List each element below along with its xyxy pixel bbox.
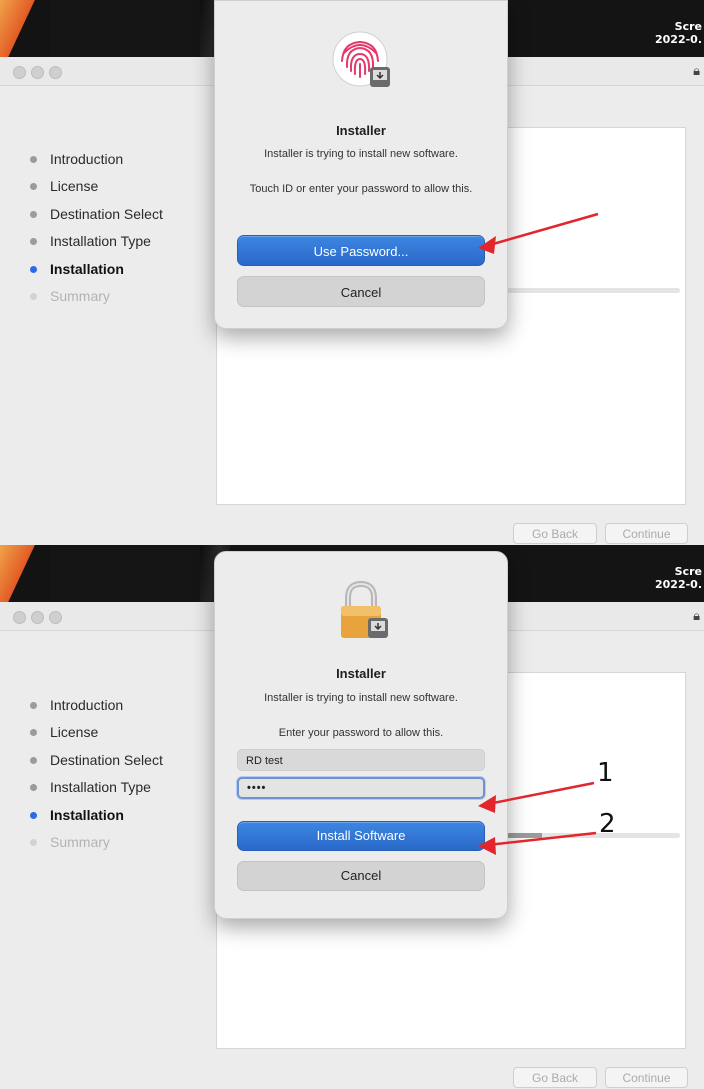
- sidebar-item-installation: Installation: [30, 260, 210, 287]
- zoom-window-button[interactable]: [49, 66, 62, 79]
- annotation-label-2: 2: [599, 809, 616, 839]
- sidebar-item-summary: Summary: [30, 287, 210, 314]
- install-progress-bar: [507, 288, 680, 293]
- padlock-icon: [330, 578, 394, 642]
- sidebar-item-installation-type: Installation Type: [30, 778, 210, 805]
- sidebar-item-installation: Installation: [30, 806, 210, 833]
- annotation-label-1: 1: [597, 758, 614, 788]
- dialog-title: Installer: [336, 123, 386, 138]
- sidebar-item-label: Summary: [50, 833, 110, 850]
- step-dot-icon: [30, 838, 37, 846]
- minimize-window-button[interactable]: [31, 611, 44, 624]
- close-window-button[interactable]: [13, 66, 26, 79]
- use-password-button[interactable]: Use Password...: [237, 235, 485, 266]
- sidebar-item-label: Installation: [50, 806, 124, 823]
- dialog-message: Installer is trying to install new softw…: [264, 148, 458, 160]
- step-dot-icon: [30, 784, 37, 792]
- username-field[interactable]: RD test: [237, 749, 485, 771]
- installer-steps-sidebar: Introduction License Destination Select …: [30, 696, 210, 860]
- step-dot-icon: [30, 702, 37, 709]
- sidebar-item-label: Introduction: [50, 151, 124, 167]
- install-progress-bar: [507, 833, 680, 838]
- sidebar-item-license: License: [30, 723, 210, 750]
- sidebar-item-label: License: [50, 178, 99, 195]
- sidebar-item-introduction: Introduction: [30, 696, 210, 723]
- sidebar-item-destination-select: Destination Select: [30, 751, 210, 778]
- menu-bar-text: Scre 2022-0.: [655, 20, 702, 46]
- step-dot-icon: [30, 210, 37, 218]
- sidebar-item-summary: Summary: [30, 833, 210, 860]
- sidebar-item-license: License: [30, 177, 210, 204]
- fingerprint-icon: [330, 29, 394, 93]
- sidebar-item-destination-select: Destination Select: [30, 205, 210, 232]
- step-dot-icon: [30, 156, 37, 163]
- step-dot-icon: [30, 265, 37, 273]
- sidebar-item-label: Installation Type: [50, 233, 151, 250]
- lock-icon[interactable]: 🔒︎: [693, 608, 700, 624]
- sidebar-item-label: Installation: [50, 260, 124, 277]
- step-dot-icon: [30, 811, 37, 819]
- dialog-title: Installer: [336, 666, 386, 681]
- minimize-window-button[interactable]: [31, 66, 44, 79]
- install-progress-fill: [507, 833, 542, 838]
- menu-bar-line-1: Scre: [674, 20, 702, 33]
- step-dot-icon: [30, 183, 37, 191]
- continue-button[interactable]: Continue: [605, 1067, 688, 1088]
- installer-steps-sidebar: Introduction License Destination Select …: [30, 150, 210, 314]
- sidebar-item-label: Installation Type: [50, 779, 151, 796]
- go-back-button[interactable]: Go Back: [513, 1067, 597, 1088]
- dialog-message: Installer is trying to install new softw…: [264, 692, 458, 704]
- cancel-button[interactable]: Cancel: [237, 861, 485, 891]
- cancel-button[interactable]: Cancel: [237, 276, 485, 307]
- sidebar-item-label: Introduction: [50, 697, 124, 713]
- wallpaper-stripe: [0, 545, 50, 602]
- sidebar-item-label: Summary: [50, 287, 110, 304]
- sidebar-item-label: Destination Select: [50, 205, 163, 222]
- auth-dialog: Installer Installer is trying to install…: [214, 0, 508, 329]
- auth-dialog: Installer Installer is trying to install…: [214, 551, 508, 919]
- menu-bar-line-1: Scre: [674, 565, 702, 578]
- step-dot-icon: [30, 292, 37, 300]
- sidebar-item-label: Destination Select: [50, 751, 163, 768]
- sidebar-item-label: License: [50, 724, 99, 741]
- continue-button[interactable]: Continue: [605, 523, 688, 544]
- step-dot-icon: [30, 729, 37, 737]
- close-window-button[interactable]: [13, 611, 26, 624]
- password-field[interactable]: ••••: [237, 777, 485, 799]
- dialog-prompt: Touch ID or enter your password to allow…: [249, 183, 473, 195]
- go-back-button[interactable]: Go Back: [513, 523, 597, 544]
- zoom-window-button[interactable]: [49, 611, 62, 624]
- lock-icon[interactable]: 🔒︎: [693, 63, 700, 79]
- sidebar-item-introduction: Introduction: [30, 150, 210, 177]
- screenshot-panel-touch-id: Scre 2022-0. 🔒︎ Introduction License Des…: [0, 0, 704, 545]
- menu-bar-line-2: 2022-0.: [654, 33, 702, 46]
- step-dot-icon: [30, 756, 37, 764]
- wallpaper-stripe: [0, 0, 50, 57]
- menu-bar-line-2: 2022-0.: [654, 578, 702, 591]
- dialog-prompt: Enter your password to allow this.: [278, 727, 444, 739]
- sidebar-item-installation-type: Installation Type: [30, 232, 210, 259]
- screenshot-panel-password: Scre 2022-0. 🔒︎ Introduction License Des…: [0, 545, 704, 1089]
- install-software-button[interactable]: Install Software: [237, 821, 485, 851]
- menu-bar-text: Scre 2022-0.: [655, 565, 702, 591]
- step-dot-icon: [30, 238, 37, 246]
